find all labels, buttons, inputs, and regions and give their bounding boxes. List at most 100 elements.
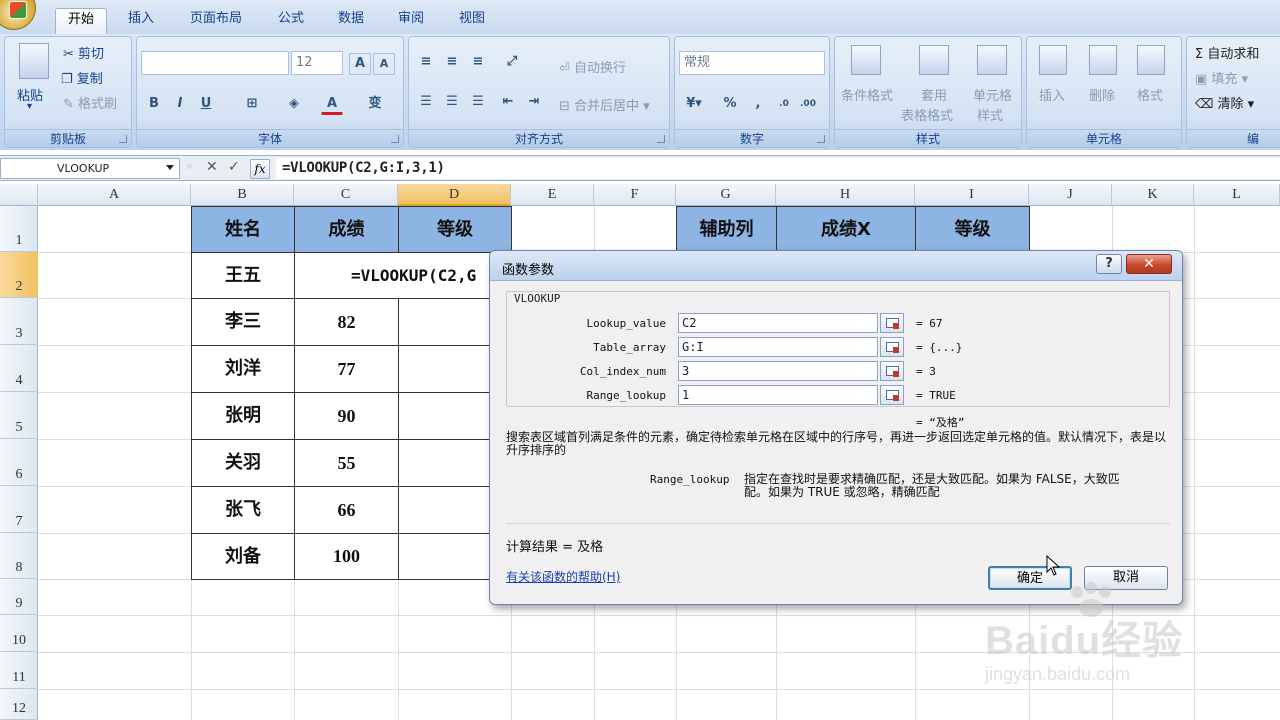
office-button[interactable] <box>0 0 36 30</box>
align-bottom-icon[interactable]: ≡ <box>467 51 489 73</box>
align-top-icon[interactable]: ≡ <box>415 51 437 73</box>
cell-name[interactable]: 张明 <box>191 392 295 440</box>
col-header-k[interactable]: K <box>1112 184 1194 206</box>
cell-name[interactable]: 王五 <box>191 252 295 299</box>
table-array-input[interactable]: G:I <box>678 337 878 357</box>
col-header-d[interactable]: D <box>398 184 511 206</box>
col-header-b[interactable]: B <box>191 184 294 206</box>
col-header-a[interactable]: A <box>38 184 191 206</box>
fill-color-icon[interactable]: ◈ <box>283 93 305 115</box>
row-header-11[interactable]: 11 <box>0 652 38 689</box>
cell-name[interactable]: 刘备 <box>191 533 295 580</box>
select-all-button[interactable] <box>0 184 38 206</box>
fill-button[interactable]: ▣ 填充 ▾ <box>1195 68 1248 87</box>
cell-score[interactable]: 77 <box>294 345 399 393</box>
wrap-text-button[interactable]: ⏎ 自动换行 <box>559 57 626 76</box>
formula-input[interactable]: =VLOOKUP(C2,G:I,3,1) <box>276 158 1280 179</box>
insert-cells-button[interactable]: 插入 <box>1039 85 1065 104</box>
collapse-dialog-icon[interactable] <box>880 313 904 333</box>
tab-page-layout[interactable]: 页面布局 <box>178 8 254 34</box>
table-format-line1[interactable]: 套用 <box>921 85 947 104</box>
row-header-7[interactable]: 7 <box>0 486 38 533</box>
tab-insert[interactable]: 插入 <box>116 8 166 34</box>
table-header-score[interactable]: 成绩 <box>294 206 399 253</box>
row-header-12[interactable]: 12 <box>0 689 38 720</box>
dialog-titlebar[interactable]: 函数参数 ? ✕ <box>490 251 1182 281</box>
percent-button[interactable]: % <box>719 93 741 115</box>
row-header-10[interactable]: 10 <box>0 615 38 652</box>
cell-editing-formula[interactable]: =VLOOKUP(C2,G <box>294 252 512 299</box>
table-header-score-x[interactable]: 成绩X <box>776 206 916 253</box>
cell-name[interactable]: 张飞 <box>191 486 295 534</box>
merge-center-button[interactable]: ⊟ 合并后居中 ▾ <box>559 95 650 114</box>
range-lookup-input[interactable]: 1 <box>678 385 878 405</box>
col-header-e[interactable]: E <box>511 184 594 206</box>
dialog-launcher-icon[interactable] <box>119 135 127 143</box>
tab-review[interactable]: 审阅 <box>386 8 436 34</box>
name-box-dropdown-icon[interactable] <box>166 165 174 170</box>
cell-name[interactable]: 刘洋 <box>191 345 295 393</box>
col-header-j[interactable]: J <box>1029 184 1112 206</box>
row-header-2[interactable]: 2 <box>0 252 38 298</box>
table-header-name[interactable]: 姓名 <box>191 206 295 253</box>
dialog-launcher-icon[interactable] <box>817 135 825 143</box>
paste-dropdown-icon[interactable]: ▾ <box>27 101 32 112</box>
collapse-dialog-icon[interactable] <box>880 361 904 381</box>
col-header-i[interactable]: I <box>915 184 1029 206</box>
increase-indent-icon[interactable]: ⇥ <box>523 91 545 113</box>
col-header-f[interactable]: F <box>594 184 676 206</box>
lookup-value-input[interactable]: C2 <box>678 313 878 333</box>
cell-score[interactable]: 100 <box>294 533 399 580</box>
number-format-box[interactable]: 常规 <box>679 51 825 75</box>
close-icon[interactable]: ✕ <box>1126 254 1172 274</box>
autosum-button[interactable]: Σ 自动求和 <box>1195 43 1259 62</box>
align-center-icon[interactable]: ☰ <box>441 91 463 113</box>
cell-score[interactable]: 90 <box>294 392 399 440</box>
cell-name[interactable]: 李三 <box>191 298 295 346</box>
decrease-decimal-icon[interactable]: .00 <box>797 93 819 115</box>
collapse-dialog-icon[interactable] <box>880 337 904 357</box>
row-header-1[interactable]: 1 <box>0 206 38 252</box>
tab-home[interactable]: 开始 <box>55 8 108 34</box>
name-box[interactable]: VLOOKUP <box>0 158 180 179</box>
align-middle-icon[interactable]: ≡ <box>441 51 463 73</box>
row-header-4[interactable]: 4 <box>0 345 38 392</box>
borders-icon[interactable]: ⊞ <box>241 93 263 115</box>
row-header-6[interactable]: 6 <box>0 439 38 486</box>
cancel-formula-icon[interactable]: ✕ <box>206 159 218 175</box>
grow-font-button[interactable]: A <box>349 53 371 75</box>
table-header-grade[interactable]: 等级 <box>398 206 512 253</box>
conditional-format-button[interactable]: 条件格式 <box>841 85 893 104</box>
row-header-3[interactable]: 3 <box>0 298 38 345</box>
increase-decimal-icon[interactable]: .0 <box>773 93 795 115</box>
help-icon[interactable]: ? <box>1096 254 1122 274</box>
dialog-launcher-icon[interactable] <box>657 135 665 143</box>
dialog-launcher-icon[interactable] <box>391 135 399 143</box>
tab-view[interactable]: 视图 <box>447 8 497 34</box>
insert-function-button[interactable]: fx <box>250 159 270 179</box>
align-left-icon[interactable]: ☰ <box>415 91 437 113</box>
bold-button[interactable]: B <box>143 93 165 115</box>
enter-formula-icon[interactable]: ✓ <box>228 159 240 175</box>
italic-button[interactable]: I <box>169 93 191 115</box>
cell-style-line2[interactable]: 样式 <box>977 105 1003 124</box>
cell-score[interactable]: 55 <box>294 439 399 487</box>
underline-button[interactable]: U <box>195 93 217 115</box>
cell-style-line1[interactable]: 单元格 <box>973 85 1012 104</box>
delete-cells-button[interactable]: 删除 <box>1089 85 1115 104</box>
function-help-link[interactable]: 有关该函数的帮助(H) <box>506 571 620 584</box>
cell-score[interactable]: 66 <box>294 486 399 534</box>
cell-name[interactable]: 关羽 <box>191 439 295 487</box>
col-header-c[interactable]: C <box>294 184 398 206</box>
clear-button[interactable]: ⌫ 清除 ▾ <box>1195 93 1254 112</box>
cut-button[interactable]: ✂ 剪切 <box>63 43 104 62</box>
col-header-g[interactable]: G <box>676 184 776 206</box>
font-size-box[interactable]: 12 <box>291 51 343 75</box>
orientation-icon[interactable]: ⤢ <box>501 51 523 73</box>
row-header-9[interactable]: 9 <box>0 579 38 615</box>
format-painter-button[interactable]: ✎ 格式刷 <box>63 93 117 112</box>
row-header-5[interactable]: 5 <box>0 392 38 439</box>
align-right-icon[interactable]: ☰ <box>467 91 489 113</box>
col-header-h[interactable]: H <box>776 184 915 206</box>
table-header-grade-2[interactable]: 等级 <box>915 206 1030 253</box>
